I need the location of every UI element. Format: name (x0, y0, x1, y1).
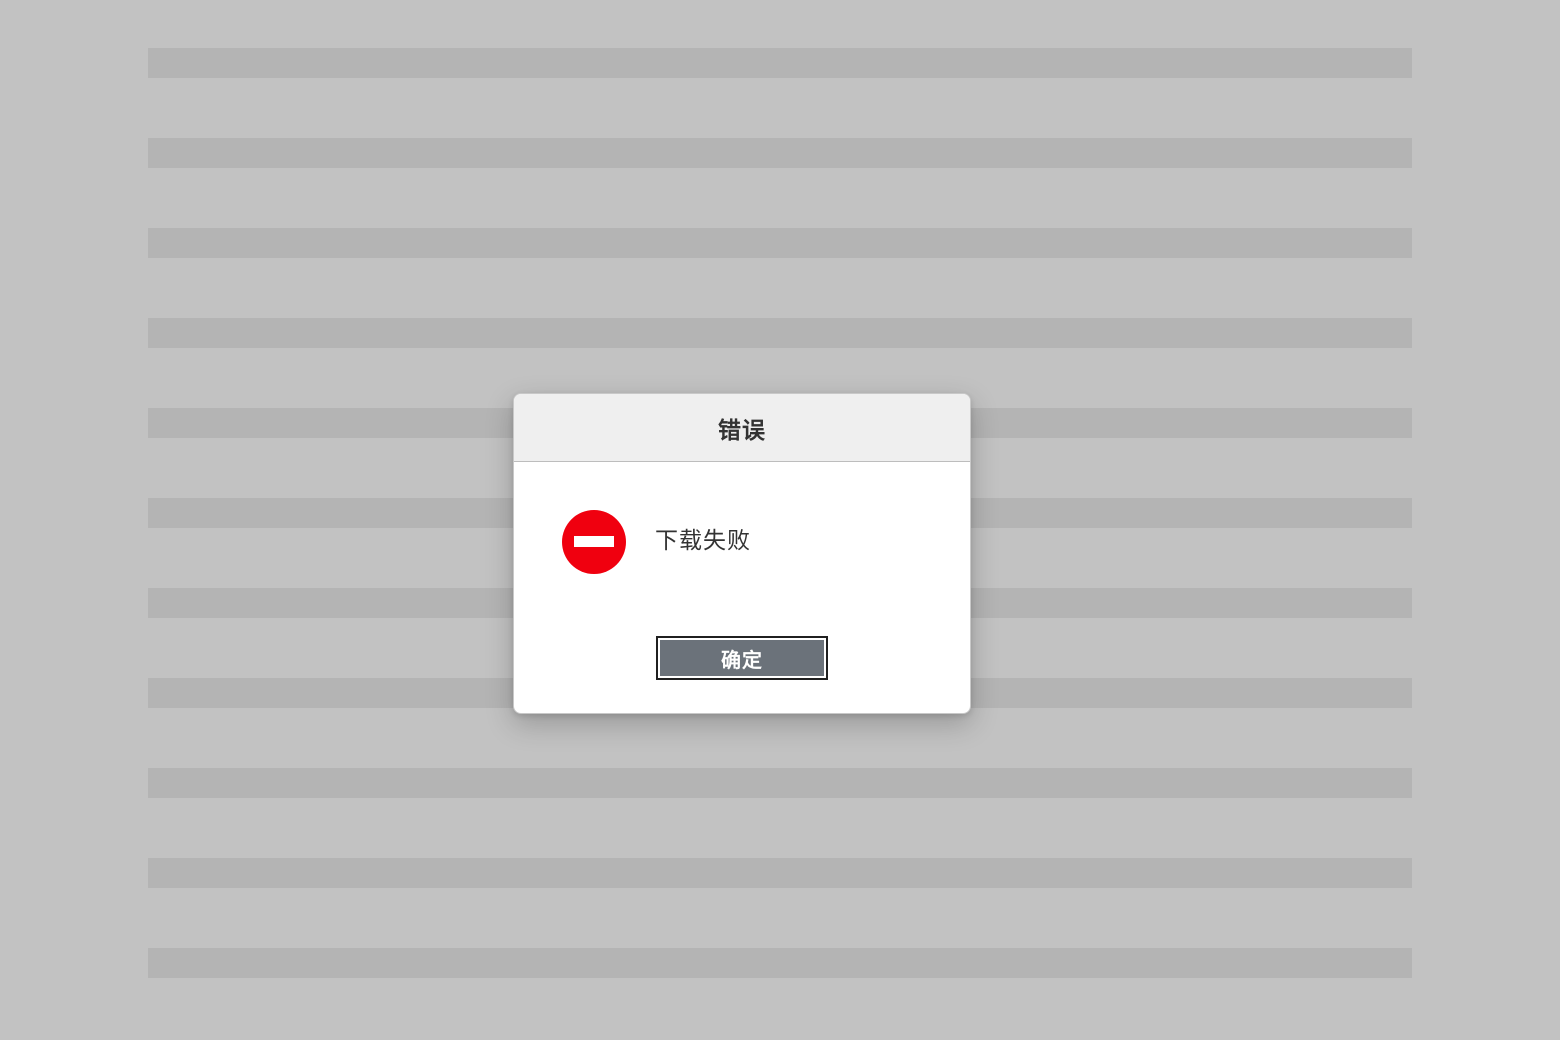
placeholder-line (148, 318, 1412, 348)
error-stop-icon (562, 510, 626, 574)
error-message: 下载失败 (655, 528, 751, 554)
placeholder-line (148, 228, 1412, 258)
placeholder-line (148, 858, 1412, 888)
error-stop-icon-graphic (562, 510, 626, 574)
placeholder-line (148, 948, 1412, 978)
dialog-header: 错误 (514, 394, 970, 462)
ok-button-label: 确定 (660, 640, 824, 676)
placeholder-line (148, 138, 1412, 168)
placeholder-line (148, 48, 1412, 78)
error-dialog: 错误 下载失败 确定 (513, 393, 971, 714)
dialog-title: 错误 (718, 417, 766, 444)
placeholder-line (148, 768, 1412, 798)
ok-button[interactable]: 确定 (656, 636, 828, 680)
